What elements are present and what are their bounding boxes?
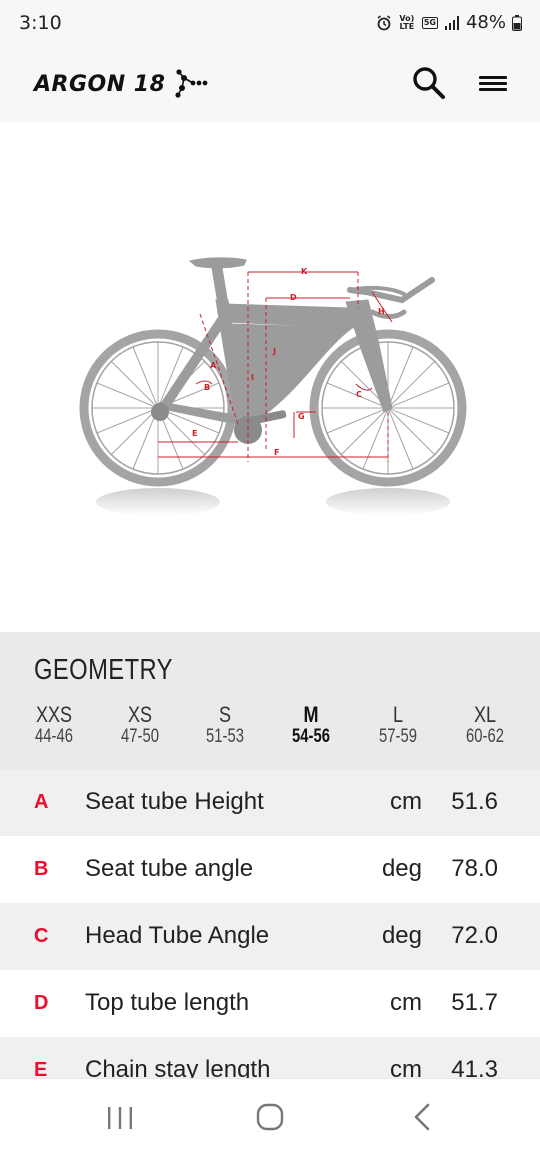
- row-letter: C: [34, 925, 49, 947]
- network-label: Vo) LTE: [399, 13, 415, 31]
- label-b: B: [204, 383, 210, 392]
- row-label: Chain stay length: [85, 1056, 271, 1078]
- size-name: XS: [127, 702, 153, 727]
- status-time: 3:10: [19, 12, 62, 34]
- size-range: 47-50: [121, 726, 159, 747]
- bike-geometry-diagram: K D A B C E F G H I J: [0, 122, 540, 632]
- size-range: 44-46: [35, 726, 73, 747]
- row-value: 72.0: [451, 922, 498, 949]
- back-icon[interactable]: [410, 1101, 434, 1133]
- size-l[interactable]: L 57-59: [355, 704, 441, 748]
- geometry-row-d: D Top tube length cm 51.7: [0, 970, 540, 1037]
- size-name: M: [303, 702, 319, 727]
- geometry-section: GEOMETRY XXS 44-46 XS 47-50 S 51-53 M 54…: [0, 632, 540, 1078]
- geometry-title: GEOMETRY: [34, 654, 173, 686]
- signal-icon: [444, 15, 459, 30]
- size-name: XL: [473, 702, 497, 727]
- label-h: H: [378, 307, 385, 316]
- row-unit: deg: [381, 855, 422, 882]
- geometry-row-e: E Chain stay length cm 41.3: [0, 1037, 540, 1078]
- row-label: Seat tube Height: [85, 788, 264, 815]
- label-i: I: [251, 373, 254, 382]
- label-j: J: [272, 347, 276, 356]
- size-m[interactable]: M 54-56: [268, 704, 354, 748]
- status-icons: Vo) LTE 5G 48%: [376, 12, 522, 33]
- size-name: S: [218, 702, 232, 727]
- label-c: C: [356, 390, 362, 399]
- size-selector: XXS 44-46 XS 47-50 S 51-53 M 54-56 L 57-…: [0, 704, 540, 754]
- row-unit: cm: [390, 1056, 422, 1078]
- geometry-row-a: A Seat tube Height cm 51.6: [0, 769, 540, 836]
- recent-apps-icon[interactable]: [104, 1105, 136, 1131]
- size-s[interactable]: S 51-53: [182, 704, 268, 748]
- row-unit: cm: [390, 788, 422, 815]
- label-d: D: [290, 293, 297, 302]
- size-xs[interactable]: XS 47-50: [97, 704, 183, 748]
- row-letter: A: [34, 791, 49, 813]
- size-name: L: [392, 702, 404, 727]
- size-xxs[interactable]: XXS 44-46: [11, 704, 97, 748]
- label-g: G: [298, 412, 305, 421]
- brand-name: ARGON 18: [34, 71, 166, 97]
- bike-frame: [157, 299, 393, 425]
- row-unit: cm: [390, 989, 422, 1016]
- size-xl[interactable]: XL 60-62: [442, 704, 528, 748]
- home-icon[interactable]: [256, 1103, 284, 1131]
- row-letter: B: [34, 858, 49, 880]
- bike-diagram-svg: K D A B C E F G H I J: [79, 257, 467, 516]
- alarm-icon: [377, 14, 391, 30]
- size-range: 60-62: [466, 726, 504, 747]
- geometry-header: GEOMETRY XXS 44-46 XS 47-50 S 51-53 M 54…: [0, 632, 540, 769]
- label-k: K: [301, 267, 308, 276]
- status-bar: 3:10 Vo) LTE 5G 48%: [0, 0, 540, 48]
- row-label: Top tube length: [85, 989, 250, 1016]
- menu-icon[interactable]: [476, 68, 510, 98]
- row-value: 51.6: [451, 788, 498, 815]
- row-letter: D: [34, 992, 49, 1014]
- size-range: 57-59: [379, 726, 417, 747]
- size-range: 54-56: [292, 726, 330, 747]
- front-wheel-reflection: [326, 488, 450, 516]
- row-value: 51.7: [451, 989, 498, 1016]
- row-value: 78.0: [451, 855, 498, 882]
- network-gen: 5G: [421, 16, 438, 29]
- row-unit: deg: [381, 922, 422, 949]
- size-name: XXS: [35, 702, 73, 727]
- brand-logo[interactable]: ARGON 18: [34, 68, 209, 100]
- brand-logo-mark: [175, 69, 208, 98]
- row-label: Head Tube Angle: [85, 922, 270, 949]
- geometry-row-b: B Seat tube angle deg 78.0: [0, 836, 540, 903]
- rear-wheel-reflection: [96, 488, 220, 516]
- label-f: F: [274, 448, 279, 457]
- geometry-row-c: C Head Tube Angle deg 72.0: [0, 903, 540, 970]
- row-label: Seat tube angle: [85, 855, 254, 882]
- search-icon[interactable]: [410, 64, 448, 102]
- saddle: [188, 257, 247, 305]
- row-value: 41.3: [451, 1056, 498, 1078]
- battery-percent: 48%: [465, 12, 506, 33]
- row-letter: E: [34, 1059, 48, 1078]
- label-e: E: [192, 429, 197, 438]
- battery-icon: [512, 14, 522, 31]
- system-nav-bar: [0, 1078, 540, 1158]
- site-header: ARGON 18: [0, 48, 540, 122]
- label-a: A: [210, 361, 217, 370]
- size-range: 51-53: [206, 726, 244, 747]
